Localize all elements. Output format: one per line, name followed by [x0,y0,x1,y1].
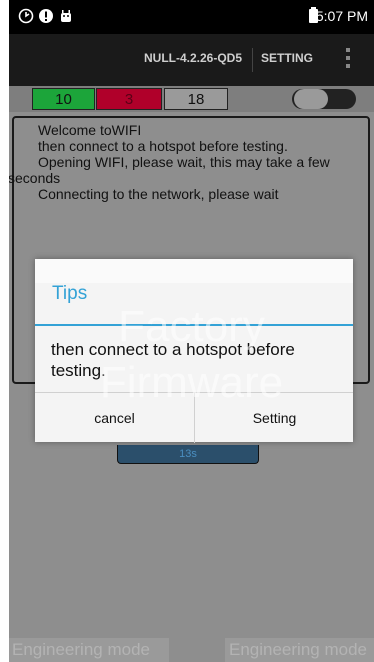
log-line: then connect to a hotspot before testing… [38,138,288,154]
watermark-line-2: Firmware [99,358,284,407]
clock-icon [18,8,34,24]
total-count: 18 [164,88,228,110]
log-line: seconds [9,170,61,186]
pass-count: 10 [32,88,95,110]
auto-test-toggle[interactable] [292,89,356,109]
toggle-knob [294,89,328,109]
countdown-timer: 13s [117,445,259,464]
status-bar: 5:07 PM [9,0,374,34]
log-line: Opening WIFI, please wait, this may take… [38,154,330,170]
watermark-line-1: Factory [118,302,265,351]
status-time: 5:07 PM [315,8,368,24]
overflow-menu-icon[interactable] [345,48,351,72]
engineering-mode-button-right[interactable]: Engineering mode [225,638,374,662]
fail-count: 3 [96,88,162,110]
result-counters: 10 3 18 [9,86,374,112]
action-bar: NULL-4.2.26-QD5 SETTING [9,34,374,86]
engineering-mode-button-left[interactable]: Engineering mode [9,638,169,662]
action-separator [252,48,253,72]
log-line: Connecting to the network, please wait [38,186,279,202]
dialog-header [35,259,353,283]
alert-icon [39,9,53,23]
test-log: Welcome toWIFI then connect to a hotspot… [9,122,363,202]
android-icon [61,10,71,22]
setting-button[interactable]: SETTING [261,51,313,65]
app-screen: 5:07 PM NULL-4.2.26-QD5 SETTING 10 3 18 … [9,0,374,662]
build-version-title: NULL-4.2.26-QD5 [144,51,243,65]
log-line: Welcome toWIFI [38,122,142,138]
